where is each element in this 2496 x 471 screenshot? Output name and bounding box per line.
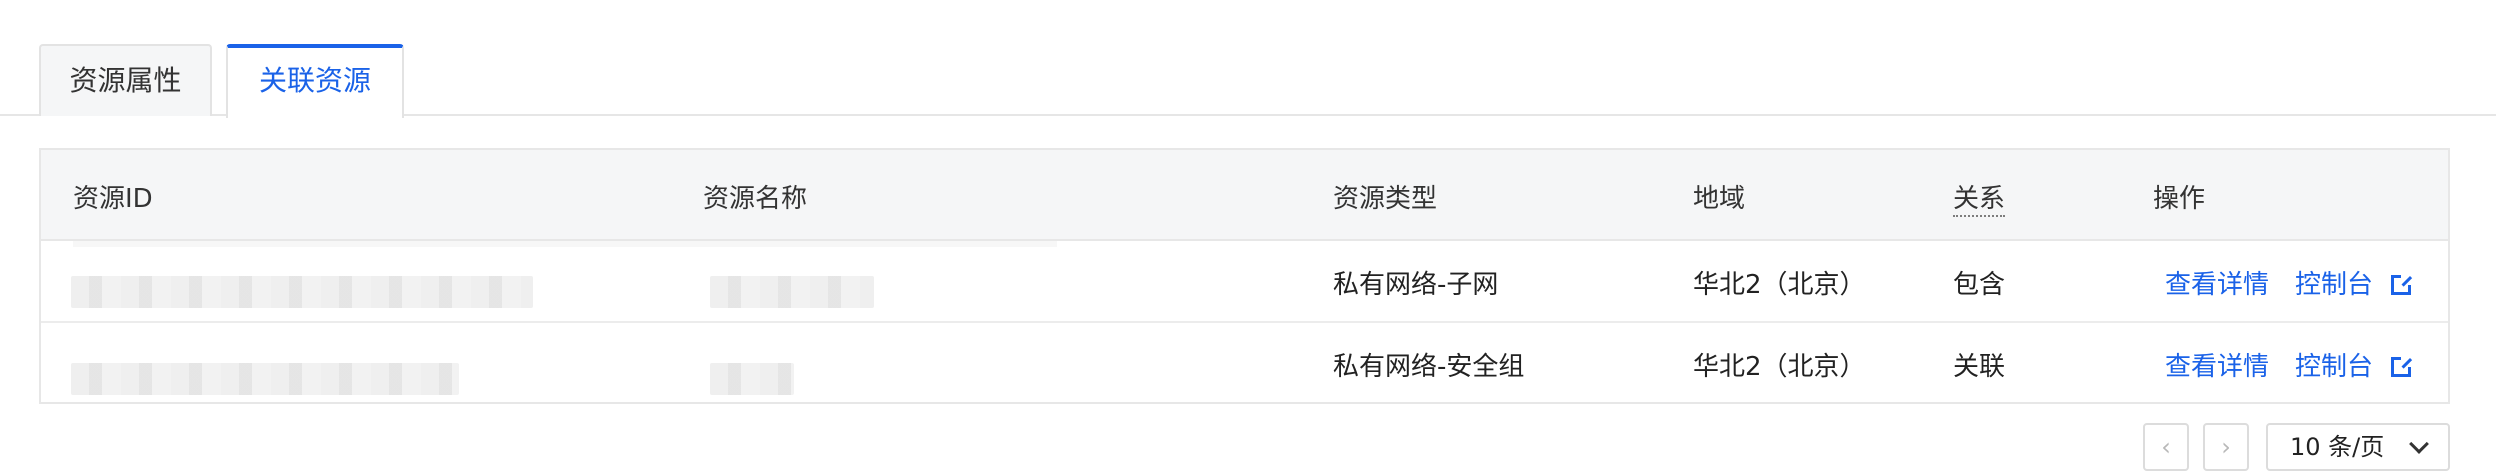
console-link-label: 控制台: [2295, 352, 2374, 382]
previous-page-button[interactable]: ‹: [2143, 423, 2189, 471]
region: 华北2（北京）: [1693, 270, 1866, 300]
console-link[interactable]: 控制台: [2295, 346, 2412, 383]
view-details-link[interactable]: 查看详情: [2165, 264, 2269, 301]
table-row: 私有网络-子网 华北2（北京） 包含 查看详情 控制台: [41, 241, 2448, 323]
external-link-icon: [2391, 275, 2412, 295]
blurred-id-strip: [73, 241, 1057, 247]
chevron-down-icon: [2409, 434, 2429, 454]
clipped-section-title: [28, 0, 38, 19]
blurred-resource-id: [71, 276, 533, 308]
header-region: 地域: [1693, 184, 1746, 214]
tab-related-resources[interactable]: 关联资源: [226, 44, 404, 118]
tab-resource-properties[interactable]: 资源属性: [39, 44, 212, 116]
header-relation[interactable]: 关系: [1953, 178, 2006, 217]
header-resource-type: 资源类型: [1333, 184, 1438, 214]
blurred-resource-id: [71, 363, 459, 395]
page-size-select[interactable]: 10 条/页: [2266, 423, 2450, 471]
table-header: 资源ID 资源名称 资源类型 地域 关系 操作: [41, 150, 2448, 241]
resource-type: 私有网络-子网: [1333, 270, 1499, 300]
header-actions: 操作: [2153, 184, 2206, 214]
console-link[interactable]: 控制台: [2295, 264, 2412, 301]
region: 华北2（北京）: [1693, 352, 1866, 382]
header-resource-name: 资源名称: [703, 184, 808, 214]
chevron-right-icon: ›: [2221, 433, 2231, 461]
blurred-resource-name: [710, 363, 794, 395]
related-resources-table: 资源ID 资源名称 资源类型 地域 关系 操作 私有网络-子网 华北2（北京） …: [39, 148, 2450, 404]
next-page-button[interactable]: ›: [2203, 423, 2249, 471]
table-row: 私有网络-安全组 华北2（北京） 关联 查看详情 控制台: [41, 323, 2448, 402]
chevron-left-icon: ‹: [2161, 433, 2171, 461]
console-link-label: 控制台: [2295, 270, 2374, 300]
relation-value: 关联: [1953, 352, 2006, 382]
resource-type: 私有网络-安全组: [1333, 352, 1525, 382]
relation-help-text[interactable]: 关系: [1953, 184, 2006, 217]
view-details-link[interactable]: 查看详情: [2165, 346, 2269, 383]
page-size-label: 10 条/页: [2290, 433, 2385, 461]
header-resource-id: 资源ID: [73, 184, 153, 214]
tab-bar: 资源属性 关联资源: [0, 44, 2496, 118]
relation-value: 包含: [1953, 270, 2006, 300]
blurred-resource-name: [710, 276, 874, 308]
external-link-icon: [2391, 357, 2412, 377]
